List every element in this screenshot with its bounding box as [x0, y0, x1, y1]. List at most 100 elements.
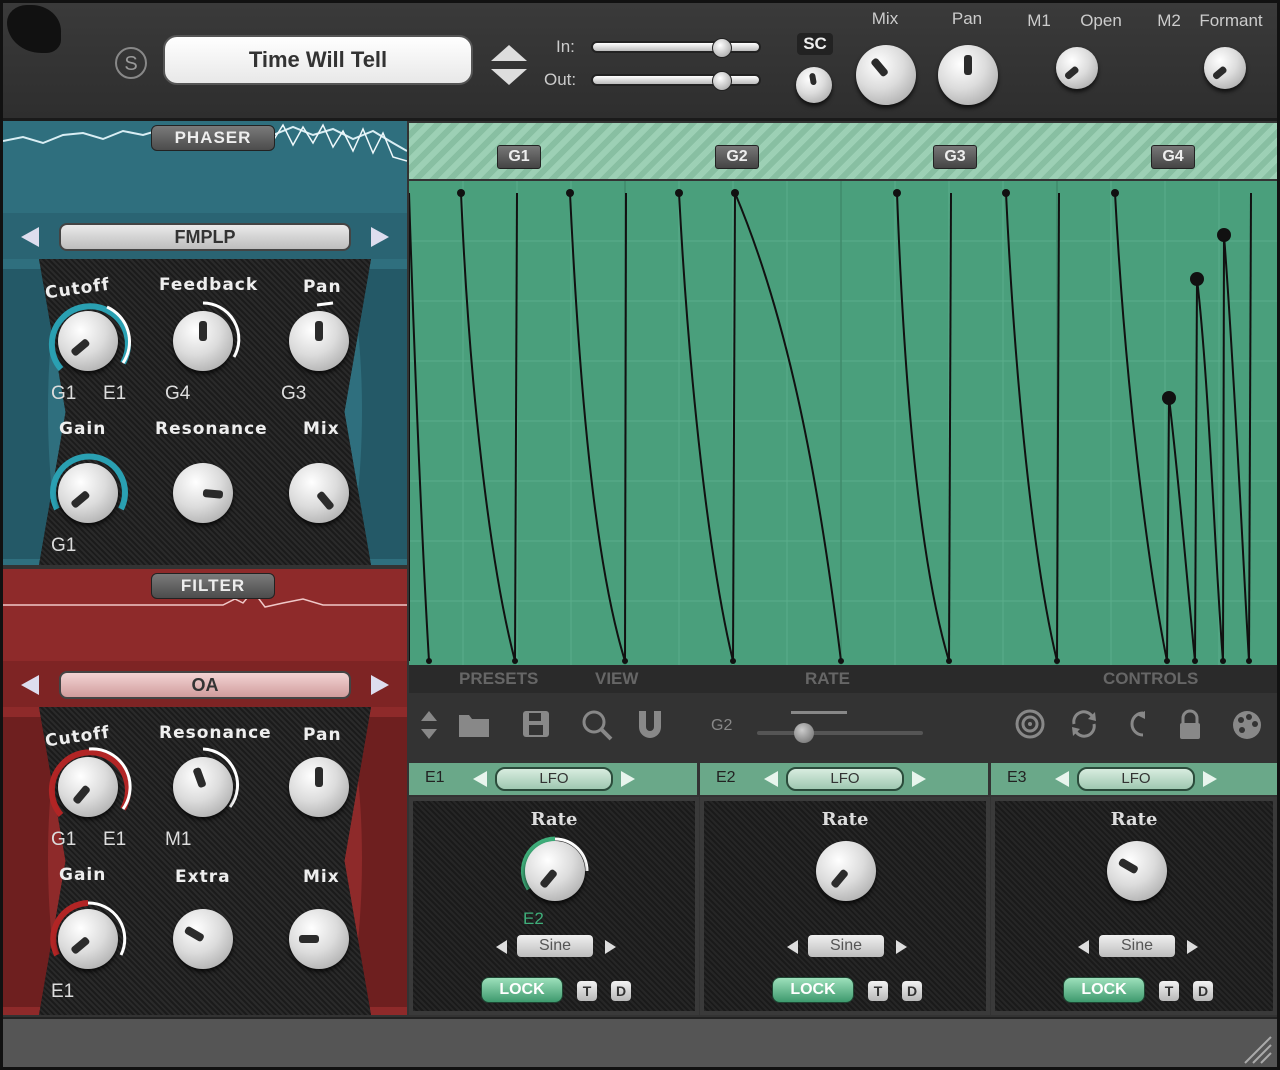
tab-g2[interactable]: G2	[715, 145, 759, 169]
tab-g1[interactable]: G1	[497, 145, 541, 169]
env-e1-shape-next-icon[interactable]	[603, 939, 617, 955]
envelope-graph[interactable]	[409, 181, 1277, 665]
pan-label: Pan	[951, 9, 983, 28]
m1-label: M1	[1027, 11, 1051, 30]
filter-gain-knob[interactable]	[58, 909, 118, 969]
filter-mix-knob[interactable]	[289, 909, 349, 969]
env-e1-d-button[interactable]: D	[611, 981, 631, 1001]
palette-icon[interactable]	[1231, 709, 1263, 741]
preset-updown-icon[interactable]	[487, 41, 531, 89]
rate-label[interactable]: RATE	[805, 669, 850, 689]
env-e2-next-icon[interactable]	[910, 769, 928, 789]
g2-slider[interactable]	[757, 723, 923, 743]
envelope-graph-canvas[interactable]	[409, 181, 1277, 665]
presets-label[interactable]: PRESETS	[459, 669, 538, 689]
env-e3-shape-prev-icon[interactable]	[1077, 939, 1091, 955]
env-e2-lock-button[interactable]: LOCK	[772, 977, 854, 1003]
phaser-type-selector[interactable]: FMPLP	[59, 223, 351, 251]
resize-grip-icon[interactable]	[1239, 1031, 1273, 1065]
filter-prev-icon[interactable]	[19, 673, 43, 697]
filter-cutoff-mod-g1[interactable]: G1	[51, 829, 76, 851]
filter-next-icon[interactable]	[367, 673, 391, 697]
env-e2-shape-prev-icon[interactable]	[786, 939, 800, 955]
env-e3-rate-knob[interactable]	[1107, 841, 1167, 901]
preset-name-display[interactable]: Time Will Tell	[163, 35, 473, 85]
env-e1-shape-prev-icon[interactable]	[495, 939, 509, 955]
search-icon[interactable]	[581, 709, 613, 741]
mix-knob[interactable]	[856, 45, 916, 105]
updown-icon[interactable]	[419, 709, 439, 741]
phaser-pan-mod[interactable]: G3	[281, 383, 306, 405]
input-slider-thumb[interactable]	[711, 38, 732, 58]
folder-icon[interactable]	[457, 709, 491, 739]
env-e3-type-selector[interactable]: LFO	[1077, 767, 1195, 791]
env-e3-lock-button[interactable]: LOCK	[1063, 977, 1145, 1003]
brand-logo	[7, 5, 61, 53]
env-e2-header: E2 LFO	[700, 763, 988, 795]
phaser-feedback-knob[interactable]	[173, 311, 233, 371]
undo-icon[interactable]	[1123, 709, 1153, 739]
env-e3-prev-icon[interactable]	[1053, 769, 1071, 789]
filter-resonance-mod[interactable]: M1	[165, 829, 191, 851]
env-e2-t-button[interactable]: T	[868, 981, 888, 1001]
phaser-mix-knob[interactable]	[289, 463, 349, 523]
env-e3-card: Rate Sine LOCK T D	[991, 797, 1277, 1015]
phaser-pan-knob[interactable]	[289, 311, 349, 371]
target-icon[interactable]	[1015, 709, 1045, 739]
phaser-cutoff-mod-e1[interactable]: E1	[103, 383, 126, 405]
env-e1-t-button[interactable]: T	[577, 981, 597, 1001]
env-e2-d-button[interactable]: D	[902, 981, 922, 1001]
env-e2-shape-next-icon[interactable]	[894, 939, 908, 955]
s-logo-icon[interactable]: S	[115, 47, 147, 79]
env-e2-type-selector[interactable]: LFO	[786, 767, 904, 791]
pan-knob[interactable]	[938, 45, 998, 105]
controls-label[interactable]: CONTROLS	[1103, 669, 1198, 689]
env-e3-shape[interactable]: Sine	[1099, 935, 1175, 957]
phaser-resonance-knob[interactable]	[173, 463, 233, 523]
env-e2-shape[interactable]: Sine	[808, 935, 884, 957]
env-e1-rate-knob[interactable]	[525, 841, 585, 901]
formant-knob[interactable]	[1204, 47, 1246, 89]
phaser-feedback-mod[interactable]: G4	[165, 383, 190, 405]
phaser-cutoff-knob[interactable]	[58, 311, 118, 371]
filter-header: FILTER	[3, 569, 407, 661]
env-e1-next-icon[interactable]	[619, 769, 637, 789]
env-e2-rate-knob[interactable]	[816, 841, 876, 901]
env-e3-shape-next-icon[interactable]	[1185, 939, 1199, 955]
phaser-gain-knob[interactable]	[58, 463, 118, 523]
phaser-gain-mod[interactable]: G1	[51, 535, 76, 557]
env-e1-lock-button[interactable]: LOCK	[481, 977, 563, 1003]
filter-type-selector[interactable]: OA	[59, 671, 351, 699]
phaser-prev-icon[interactable]	[19, 225, 43, 249]
lock-icon[interactable]	[1177, 709, 1203, 741]
filter-resonance-knob[interactable]	[173, 757, 233, 817]
env-e1-type-selector[interactable]: LFO	[495, 767, 613, 791]
env-e3-d-button[interactable]: D	[1193, 981, 1213, 1001]
tab-g4[interactable]: G4	[1151, 145, 1195, 169]
filter-cutoff-mod-e1[interactable]: E1	[103, 829, 126, 851]
sidechain-knob[interactable]	[796, 67, 832, 103]
filter-extra-knob[interactable]	[173, 909, 233, 969]
env-e3-t-button[interactable]: T	[1159, 981, 1179, 1001]
output-slider[interactable]	[591, 71, 761, 91]
env-e2-prev-icon[interactable]	[762, 769, 780, 789]
save-icon[interactable]	[521, 709, 551, 739]
input-slider[interactable]	[591, 38, 761, 58]
env-e1-header: E1 LFO	[409, 763, 697, 795]
env-e1-shape[interactable]: Sine	[517, 935, 593, 957]
env-e1-rate-mod[interactable]: E2	[523, 909, 544, 929]
view-label[interactable]: VIEW	[595, 669, 638, 689]
env-e3-next-icon[interactable]	[1201, 769, 1219, 789]
open-knob[interactable]	[1056, 47, 1098, 89]
phaser-next-icon[interactable]	[367, 225, 391, 249]
env-e1-prev-icon[interactable]	[471, 769, 489, 789]
filter-gain-mod[interactable]: E1	[51, 981, 74, 1003]
phaser-cutoff-mod-g1[interactable]: G1	[51, 383, 76, 405]
output-slider-thumb[interactable]	[711, 71, 732, 91]
filter-pan-knob[interactable]	[289, 757, 349, 817]
magnet-icon[interactable]	[635, 709, 665, 741]
filter-cutoff-knob[interactable]	[58, 757, 118, 817]
g2-slider-thumb[interactable]	[793, 723, 814, 743]
tab-g3[interactable]: G3	[933, 145, 977, 169]
loop-icon[interactable]	[1069, 709, 1099, 739]
